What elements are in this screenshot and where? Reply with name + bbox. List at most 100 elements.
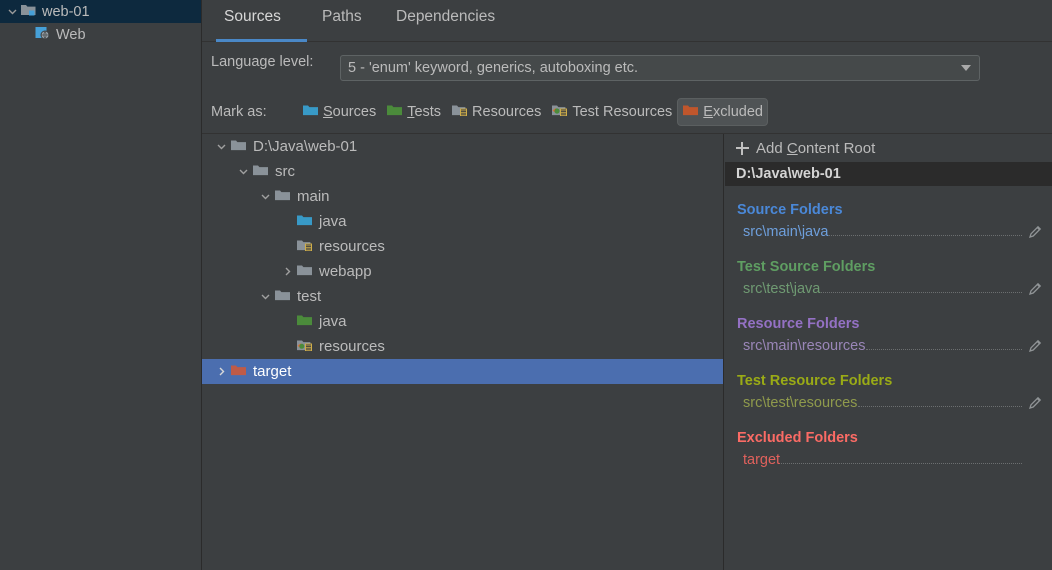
plus-icon [736, 141, 749, 155]
pencil-icon[interactable] [1028, 395, 1043, 410]
content-root-path-header: D:\Java\web-01 [725, 162, 1052, 186]
content-root-path: D:\Java\web-01 [736, 166, 841, 182]
folder-group-title: Test Resource Folders [737, 373, 893, 389]
chevron-down-icon[interactable] [4, 6, 20, 17]
tree-row[interactable]: webapp [202, 259, 723, 284]
folder-plain-icon [252, 163, 269, 181]
mark-as-sources-button[interactable]: Sources [297, 98, 381, 126]
folder-item[interactable]: src\test\java [725, 277, 1052, 300]
folder-item[interactable]: target [725, 448, 1052, 471]
tab-paths[interactable]: Paths [314, 8, 370, 26]
language-level-value: 5 - 'enum' keyword, generics, autoboxing… [348, 60, 639, 76]
tree-row[interactable]: test [202, 284, 723, 309]
tree-row[interactable]: src [202, 159, 723, 184]
mark-as-resources-button[interactable]: Resources [446, 98, 546, 126]
folder-group-excluded: Excluded Folders target [725, 428, 1052, 471]
mark-as-toolbar: Mark as: Sources Tests Resources Test Re… [202, 92, 1052, 134]
chevron-down-icon[interactable] [256, 291, 274, 302]
folder-path: target [743, 451, 781, 468]
tree-row[interactable]: resources [202, 334, 723, 359]
module-list-panel: web-01 Web [0, 0, 202, 570]
module-folder-icon [20, 2, 37, 21]
tests-folder-icon [386, 103, 403, 121]
module-label: web-01 [42, 3, 90, 20]
mark-as-tests-button[interactable]: Tests [381, 98, 446, 126]
folder-path: src\test\java [743, 280, 821, 297]
chevron-down-icon[interactable] [212, 141, 230, 152]
project-structure-sources-pane: web-01 Web Sources Paths Dependencies La… [0, 0, 1052, 570]
folder-path: src\test\resources [743, 394, 858, 411]
mark-as-excluded-button[interactable]: Excluded [677, 98, 768, 126]
pencil-icon[interactable] [1028, 224, 1043, 239]
folder-item[interactable]: src\main\java [725, 220, 1052, 243]
tab-sources[interactable]: Sources [216, 8, 289, 26]
folder-group-title: Source Folders [737, 202, 843, 218]
folder-plain-icon [274, 188, 291, 206]
chevron-down-icon[interactable] [234, 166, 252, 177]
module-item-web[interactable]: Web [0, 23, 201, 46]
tab-bar: Sources Paths Dependencies [202, 0, 1052, 42]
leader-line [866, 348, 1022, 350]
module-item-web-01[interactable]: web-01 [0, 0, 201, 23]
folder-item[interactable]: src\main\resources [725, 334, 1052, 357]
leader-line [829, 234, 1022, 236]
test-resources-folder-icon [296, 338, 313, 356]
folder-group-title: Excluded Folders [737, 430, 858, 446]
leader-line [821, 291, 1022, 293]
mark-as-sources-label: Sources [323, 104, 377, 120]
folder-plain-icon [296, 263, 313, 281]
mark-as-test-resources-label: Test Resources [572, 104, 673, 120]
tests-folder-icon [296, 313, 313, 331]
web-facet-icon [34, 25, 51, 44]
folder-path: src\main\java [743, 223, 829, 240]
chevron-down-icon[interactable] [953, 65, 979, 71]
tree-row-label: resources [319, 338, 385, 355]
language-level-label: Language level: [211, 54, 314, 70]
folder-group-title: Resource Folders [737, 316, 860, 332]
leader-line [781, 462, 1022, 464]
mark-as-test-resources-button[interactable]: Test Resources [546, 98, 677, 126]
tree-row-label: webapp [319, 263, 372, 280]
chevron-right-icon[interactable] [278, 266, 296, 277]
tree-row-label: target [253, 363, 292, 380]
folder-group-test-resource: Test Resource Folders src\test\resources [725, 371, 1052, 414]
module-label: Web [56, 26, 86, 43]
folder-path: src\main\resources [743, 337, 866, 354]
excluded-folder-icon [230, 363, 247, 381]
sources-folder-icon [296, 213, 313, 231]
tree-row-label: java [319, 313, 347, 330]
folder-group-test-source: Test Source Folders src\test\java [725, 257, 1052, 300]
tree-row[interactable]: target [202, 359, 723, 384]
folder-group-title: Test Source Folders [737, 259, 876, 275]
sources-folder-icon [302, 103, 319, 121]
tree-row[interactable]: D:\Java\web-01 [202, 134, 723, 159]
resources-folder-icon [296, 238, 313, 256]
tree-row-label: test [297, 288, 322, 305]
tab-dependencies[interactable]: Dependencies [388, 8, 503, 26]
mark-as-tests-label: Tests [407, 104, 442, 120]
folder-plain-icon [274, 288, 291, 306]
tree-row[interactable]: java [202, 309, 723, 334]
tree-row[interactable]: resources [202, 234, 723, 259]
chevron-right-icon[interactable] [212, 366, 230, 377]
tree-row-label: resources [319, 238, 385, 255]
pencil-icon[interactable] [1028, 281, 1043, 296]
tree-row[interactable]: java [202, 209, 723, 234]
excluded-folder-icon [682, 103, 699, 121]
tree-row-label: main [297, 188, 330, 205]
leader-line [858, 405, 1022, 407]
language-level-dropdown[interactable]: 5 - 'enum' keyword, generics, autoboxing… [340, 55, 980, 81]
content-root-tree[interactable]: D:\Java\web-01 src main java resources w… [202, 134, 724, 570]
add-content-root-button[interactable]: Add Content Root [725, 134, 1052, 162]
content-root-details-panel: Add Content Root D:\Java\web-01 Source F… [725, 134, 1052, 570]
folder-group-resource: Resource Folders src\main\resources [725, 314, 1052, 357]
tree-row-label: src [275, 163, 295, 180]
chevron-down-icon[interactable] [256, 191, 274, 202]
add-content-root-label: Add Content Root [756, 139, 876, 157]
pencil-icon[interactable] [1028, 338, 1043, 353]
folder-item[interactable]: src\test\resources [725, 391, 1052, 414]
test-resources-folder-icon [551, 103, 568, 121]
tree-row[interactable]: main [202, 184, 723, 209]
mark-as-label: Mark as: [211, 104, 267, 120]
resources-folder-icon [451, 103, 468, 121]
